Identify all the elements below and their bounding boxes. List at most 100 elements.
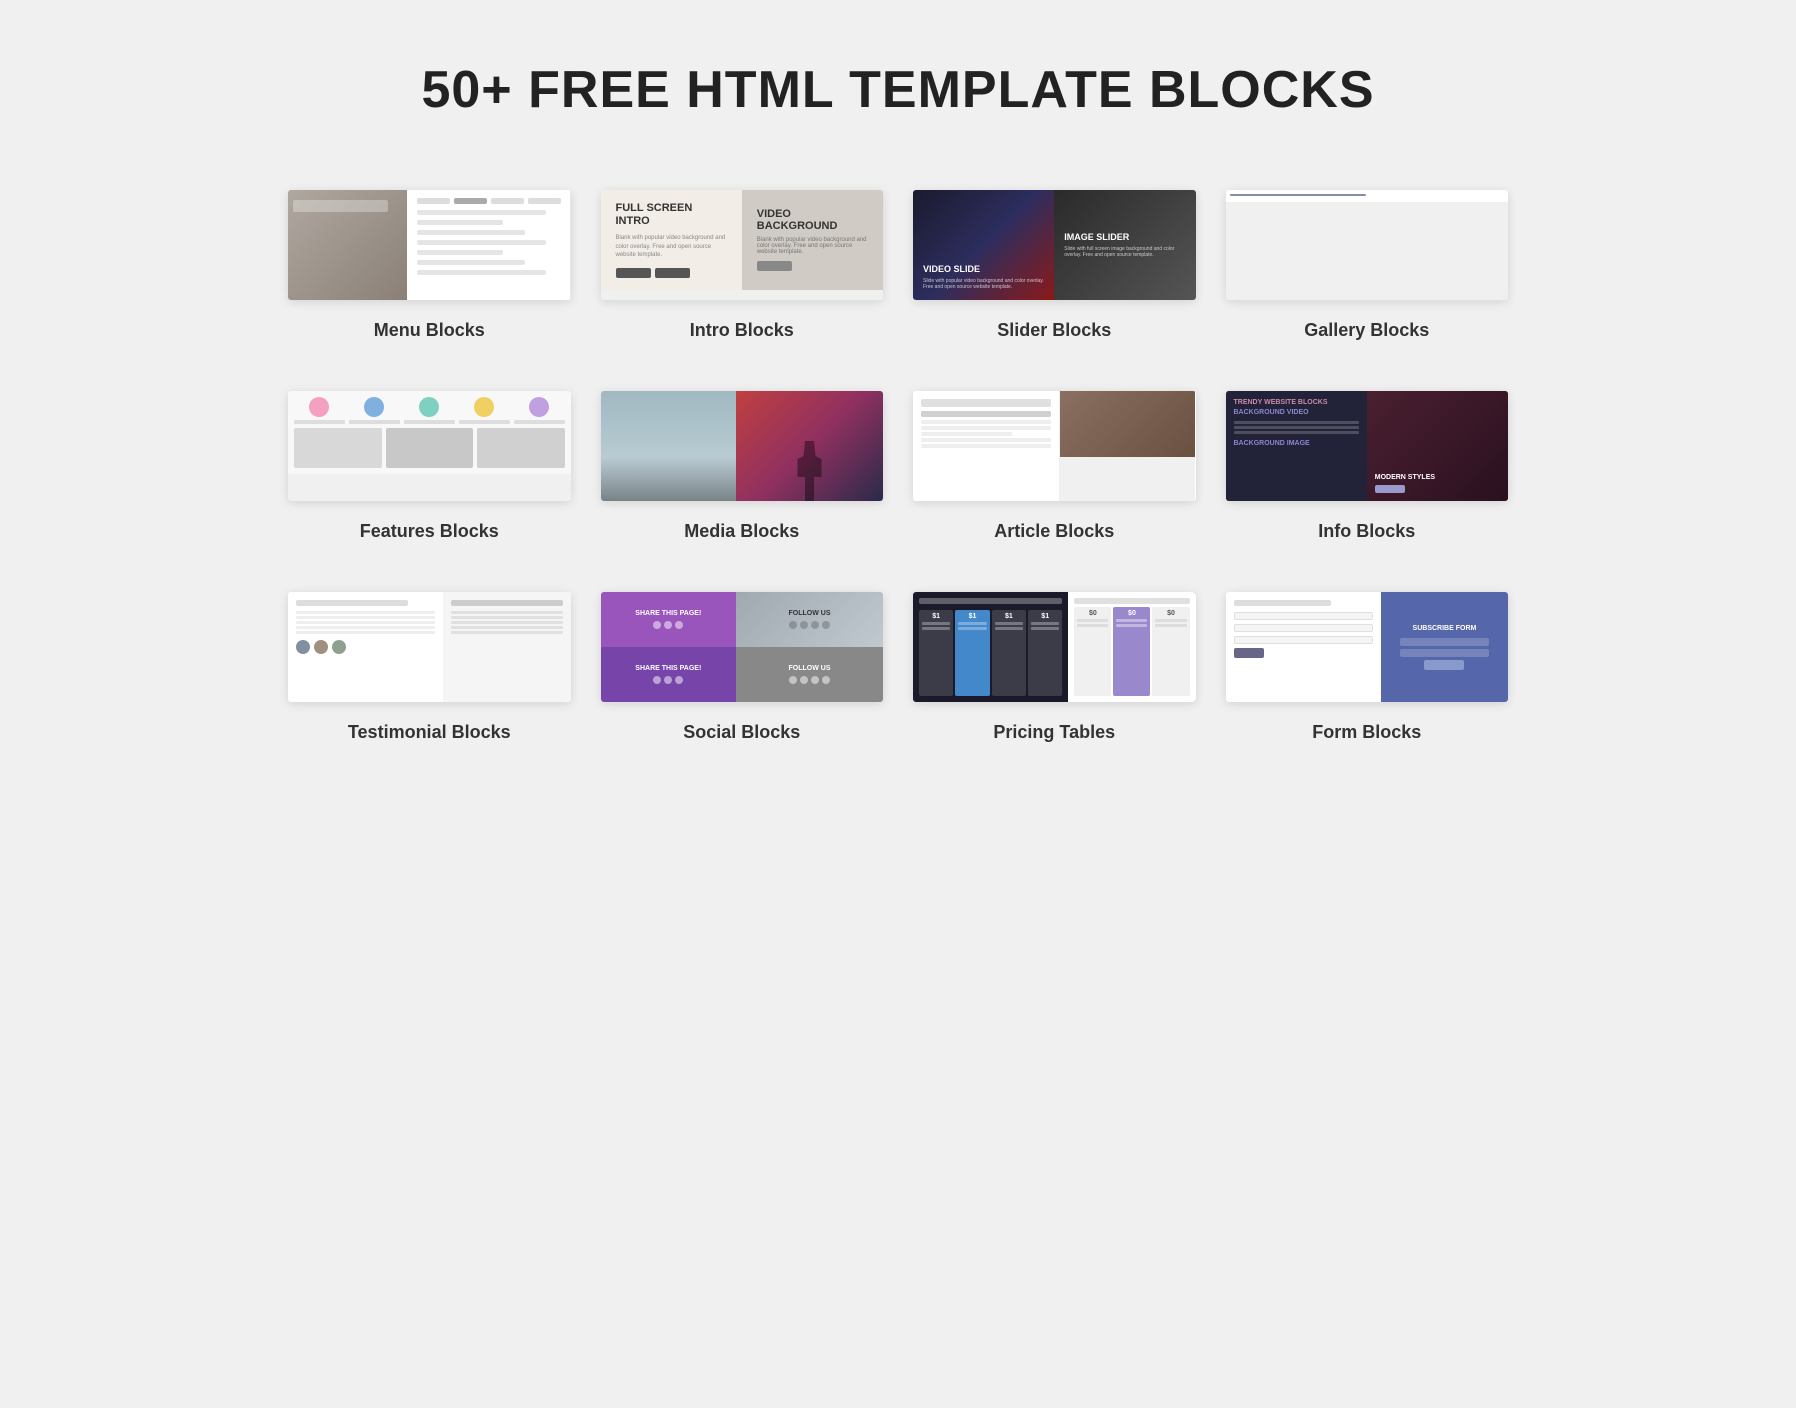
price-num-2: $1 [969, 613, 977, 620]
feature-icon-text-1 [294, 420, 345, 424]
form-field-3 [1234, 636, 1373, 644]
info-preview-thumbnail[interactable]: TRENDY WEBSITE BLOCKS BACKGROUND VIDEO B… [1226, 391, 1509, 501]
media-preview-thumbnail[interactable] [601, 391, 884, 501]
price-line-1a [922, 622, 950, 625]
features-icons-row [294, 397, 565, 424]
intro-full-screen-title: FULL SCREEN INTRO [616, 202, 727, 228]
feature-icon-circle-4 [474, 397, 494, 417]
article-line-4 [921, 438, 1051, 442]
menu-right-panel [407, 190, 571, 300]
price-r-line-2b [1116, 624, 1147, 627]
features-preview-thumbnail[interactable] [288, 391, 571, 501]
media-left-image [601, 391, 737, 501]
feature-icon-circle-5 [529, 397, 549, 417]
features-blocks-label: Features Blocks [360, 521, 499, 542]
menu-nav-bar [417, 198, 561, 204]
feature-icon-1 [294, 397, 345, 424]
price-r-line-3a [1155, 619, 1186, 622]
info-left-panel: TRENDY WEBSITE BLOCKS BACKGROUND VIDEO B… [1226, 391, 1367, 501]
price-line-3b [995, 627, 1023, 630]
info-modern-title: MODERN STYLES [1375, 474, 1500, 481]
social-share-bottom: SHARE THIS PAGE! [601, 647, 737, 702]
form-submit-btn [1234, 648, 1264, 658]
intro-preview-thumbnail[interactable]: FULL SCREEN INTRO Blank with popular vid… [601, 190, 884, 300]
intro-preview-content: FULL SCREEN INTRO Blank with popular vid… [601, 190, 884, 290]
price-line-3a [995, 622, 1023, 625]
pricing-preview-thumbnail[interactable]: $1 $1 $1 [913, 592, 1196, 702]
article-preview-thumbnail[interactable] [913, 391, 1196, 501]
intro-video-btn [757, 261, 792, 271]
test-line-2 [296, 616, 435, 619]
slider-image-title: IMAGE SLIDER [1064, 232, 1185, 242]
subscribe-field-2 [1400, 649, 1489, 657]
info-line-2 [1234, 426, 1359, 429]
social-share-2-title: SHARE THIS PAGE! [635, 665, 701, 672]
info-trendy-title: TRENDY WEBSITE BLOCKS [1234, 399, 1359, 406]
form-contact-title [1234, 600, 1332, 606]
price-num-3: $1 [1005, 613, 1013, 620]
test-r-line-3 [451, 621, 562, 624]
gallery-blocks-label: Gallery Blocks [1304, 320, 1429, 341]
feature-card-1 [294, 428, 382, 468]
price-r-line-3b [1155, 624, 1186, 627]
social-follow-bottom: FOLLOW US [736, 647, 883, 702]
social-share-2-icons [653, 676, 683, 684]
block-item-article: Article Blocks [913, 391, 1196, 542]
price-line-1b [922, 627, 950, 630]
price-num-4: $1 [1041, 613, 1049, 620]
intro-left-description: Blank with popular video background and … [616, 234, 727, 259]
subscribe-btn [1424, 660, 1464, 670]
intro-btn-1 [616, 268, 651, 278]
slider-preview-thumbnail[interactable]: VIDEO SLIDE Slide with popular video bac… [913, 190, 1196, 300]
article-blocks-label: Article Blocks [994, 521, 1114, 542]
intro-video-title: VIDEO BACKGROUND [757, 208, 868, 232]
social-icon-3 [675, 621, 683, 629]
block-item-intro: FULL SCREEN INTRO Blank with popular vid… [601, 190, 884, 341]
test-r-line-5 [451, 631, 562, 634]
feature-card-2 [386, 428, 474, 468]
testimonial-blocks-label: Testimonial Blocks [348, 722, 511, 743]
block-item-social: SHARE THIS PAGE! FOLLOW US [601, 592, 884, 743]
feature-icon-text-2 [349, 420, 400, 424]
intro-btn-2 [655, 268, 690, 278]
social-share-title: SHARE THIS PAGE! [635, 610, 701, 617]
info-cta-button [1375, 485, 1405, 493]
social-preview-thumbnail[interactable]: SHARE THIS PAGE! FOLLOW US [601, 592, 884, 702]
pricing-preview-content: $1 $1 $1 [913, 592, 1196, 702]
pricing-left-dark: $1 $1 $1 [913, 592, 1068, 702]
social-follow-2-title: FOLLOW US [789, 665, 831, 672]
page-title: 50+ FREE HTML TEMPLATE BLOCKS [288, 60, 1508, 120]
follow-icon-1 [789, 621, 797, 629]
price-r-col-1: $0 [1074, 607, 1111, 696]
pricing-cols-light: $0 $0 $0 [1074, 607, 1189, 696]
gallery-cell-1 [1230, 194, 1366, 196]
info-preview-content: TRENDY WEBSITE BLOCKS BACKGROUND VIDEO B… [1226, 391, 1509, 501]
article-header-bar [921, 399, 1051, 407]
price-line-4b [1031, 627, 1059, 630]
article-title-bar [921, 411, 1051, 417]
gallery-preview-thumbnail[interactable] [1226, 190, 1509, 300]
testimonial-heading [296, 600, 408, 606]
intro-right-section: VIDEO BACKGROUND Blank with popular vide… [742, 190, 883, 290]
feature-icon-text-5 [514, 420, 565, 424]
forms-preview-thumbnail[interactable]: SUBSCRIBE FORM [1226, 592, 1509, 702]
price-col-2: $1 [955, 610, 989, 696]
follow-icon-2 [800, 621, 808, 629]
testimonial-preview-thumbnail[interactable] [288, 592, 571, 702]
testimonial-right-heading [451, 600, 562, 606]
features-preview-content [288, 391, 571, 474]
menu-line-1 [417, 210, 546, 215]
intro-video-text: Blank with popular video background and … [757, 237, 868, 255]
follow2-icon-3 [811, 676, 819, 684]
nav-item-4 [528, 198, 561, 204]
media-person [795, 441, 825, 501]
price-line-4a [1031, 622, 1059, 625]
menu-line-5 [417, 250, 503, 255]
share2-icon-3 [675, 676, 683, 684]
block-item-pricing: $1 $1 $1 [913, 592, 1196, 743]
price-r-num-2: $0 [1128, 610, 1136, 617]
nav-item-2 [454, 198, 487, 204]
media-right-image [736, 391, 883, 501]
menu-preview-thumbnail[interactable] [288, 190, 571, 300]
feature-icon-circle-3 [419, 397, 439, 417]
